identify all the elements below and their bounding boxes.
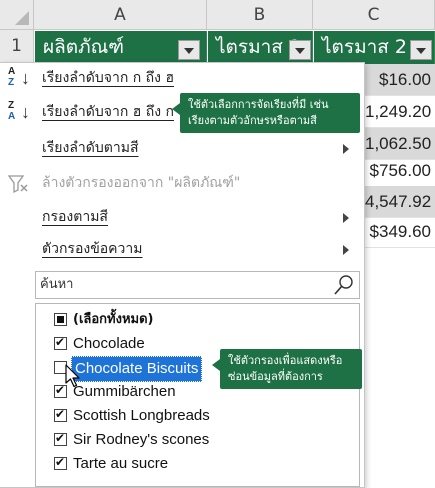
sort-az-icon: A Z ↓: [8, 66, 34, 92]
search-icon: [334, 275, 353, 295]
checkbox[interactable]: [54, 454, 67, 470]
filter-dropdown-button-q2[interactable]: [410, 40, 432, 60]
column-header-c[interactable]: C: [313, 0, 435, 30]
filter-options-callout: ใช้ตัวกรองเพื่อแสดงหรือซ่อนข้อมูลที่ต้อง…: [212, 349, 362, 389]
filter-list-item-label: Sir Rodney's scones: [73, 431, 210, 448]
filter-list-item-label: Gummibärchen: [73, 383, 176, 400]
sort-za-arrow: ↓: [21, 102, 30, 122]
cell-c-value[interactable]: 4,547.92: [365, 186, 435, 218]
checkbox[interactable]: [54, 406, 67, 422]
filter-values-list: (เลือกทั้งหมด) Chocolade Chocolate Biscu…: [35, 303, 360, 487]
filter-list-item-label: (เลือกทั้งหมด): [73, 312, 154, 327]
filter-by-color-item[interactable]: กรองตามสี: [0, 202, 365, 232]
select-all-corner-icon: [15, 11, 29, 25]
column-header-a[interactable]: A: [34, 0, 207, 30]
cell-c-value[interactable]: $756.00: [365, 155, 435, 187]
text-filters-item[interactable]: ตัวกรองข้อความ: [0, 234, 365, 264]
sort-ascending-label: เรียงลำดับจาก ก ถึง ฮ: [42, 70, 174, 86]
filter-list-item[interactable]: Sir Rodney's scones: [36, 428, 359, 452]
filter-list-item-select-all[interactable]: (เลือกทั้งหมด): [36, 308, 359, 332]
column-header-b[interactable]: B: [207, 0, 313, 30]
filter-list-item-label: Chocolade: [73, 335, 145, 352]
submenu-arrow-icon: [343, 213, 349, 223]
filter-list-item-label: Chocolate Biscuits: [71, 356, 203, 382]
filter-by-color-label: กรองตามสี: [42, 209, 108, 225]
sort-za-icon: Z A ↓: [8, 100, 34, 126]
clear-filter-label: ล้างตัวกรองออกจาก "ผลิตภัณฑ์": [42, 175, 241, 191]
sort-az-arrow: ↓: [21, 68, 30, 88]
filter-search-input[interactable]: ค้นหา: [35, 271, 360, 299]
submenu-arrow-icon: [343, 144, 349, 154]
clear-filter-icon: [8, 175, 28, 194]
mouse-cursor-icon: [65, 364, 80, 388]
checkbox[interactable]: [54, 334, 67, 350]
sort-descending-label: เรียงลำดับจาก ฮ ถึง ก: [42, 104, 174, 120]
cell-c-value[interactable]: 1,249.20: [365, 96, 435, 128]
text-filters-label: ตัวกรองข้อความ: [42, 241, 143, 257]
checkbox[interactable]: [54, 313, 67, 326]
sort-by-color-item[interactable]: เรียงลำดับตามสี: [0, 133, 365, 163]
header-cell-product-text: ผลิตภัณฑ์: [43, 36, 125, 58]
filter-search-placeholder: ค้นหา: [40, 277, 74, 292]
filter-list-item[interactable]: Scottish Longbreads: [36, 404, 359, 428]
sort-ascending-item[interactable]: A Z ↓ เรียงลำดับจาก ก ถึง ฮ: [0, 63, 365, 93]
submenu-arrow-icon: [343, 245, 349, 255]
sort-options-callout: ใช้ตัวเลือกการจัดเรียงที่มี เช่น เรียงตา…: [172, 93, 360, 133]
cell-c-value[interactable]: $16.00: [365, 64, 435, 96]
filter-list-item[interactable]: Tarte au sucre: [36, 452, 359, 476]
row-header-1[interactable]: 1: [0, 30, 34, 63]
sort-by-color-label: เรียงลำดับตามสี: [42, 140, 139, 156]
header-cell-q2-text: ไตรมาส 2: [322, 36, 408, 58]
clear-filter-item[interactable]: ล้างตัวกรองออกจาก "ผลิตภัณฑ์": [0, 168, 365, 198]
select-all-corner[interactable]: [0, 0, 34, 30]
cell-c-value[interactable]: $349.60: [365, 216, 435, 248]
checkbox[interactable]: [54, 430, 67, 446]
filter-dropdown-button-product[interactable]: [178, 40, 200, 60]
filter-list-item-label: Scottish Longbreads: [73, 407, 210, 424]
filter-dropdown-button-q1[interactable]: [289, 40, 311, 60]
filter-list-item-label: Tarte au sucre: [73, 455, 169, 472]
